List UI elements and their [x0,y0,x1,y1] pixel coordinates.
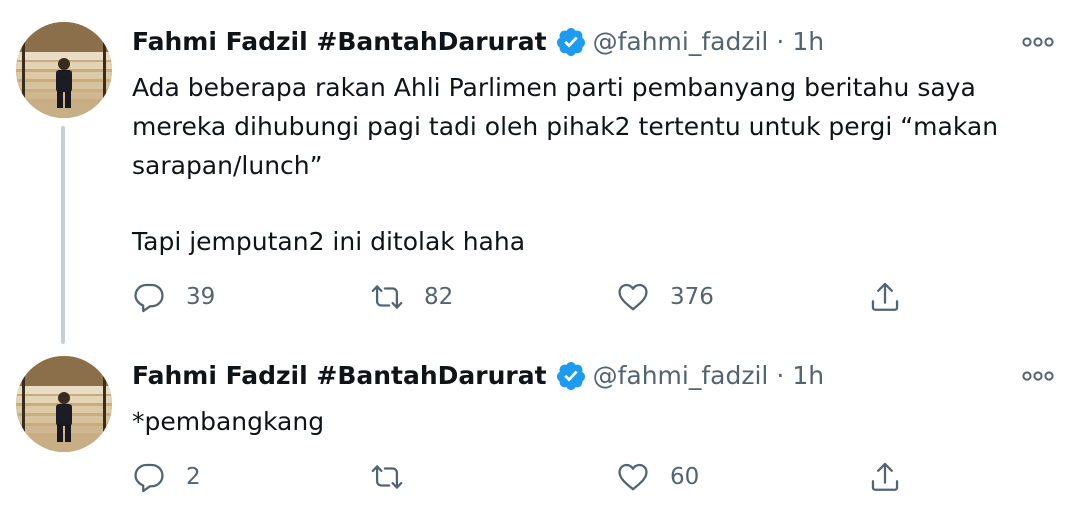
tweet[interactable]: Fahmi Fadzil #BantahDarurat @fahmi_fadzi… [0,340,1080,514]
reply-count: 2 [186,464,201,490]
separator-dot: · [776,27,785,56]
tweet-text-line: sarapan/lunch” [132,151,323,180]
share-icon [871,282,899,311]
like-button[interactable]: 60 [616,457,699,497]
share-button[interactable] [868,277,902,317]
tweet-timestamp[interactable]: 1h [792,26,824,58]
author-handle[interactable]: @fahmi_fadzil [593,360,769,392]
tweet-text-line: mereka dihubungi pagi tadi oleh pihak2 t… [132,112,999,141]
tweet-text-line: Tapi jemputan2 ini ditolak haha [132,227,526,256]
verified-badge-icon [555,360,587,392]
avatar[interactable] [16,356,112,452]
tweet-header: Fahmi Fadzil #BantahDarurat @fahmi_fadzi… [132,26,1056,58]
author-name[interactable]: Fahmi Fadzil #BantahDarurat [132,26,547,58]
like-icon [618,463,648,491]
like-icon [618,283,648,311]
tweet[interactable]: Fahmi Fadzil #BantahDarurat @fahmi_fadzi… [0,0,1080,340]
author-handle[interactable]: @fahmi_fadzil [593,26,769,58]
tweet-actions: 2 60 [132,457,932,497]
reply-button[interactable]: 2 [132,457,201,497]
separator-dot: · [776,361,785,390]
reply-button[interactable]: 39 [132,277,215,317]
share-icon [871,462,899,491]
tweet-text: *pembangkang [132,402,1040,441]
tweet-text-line: Ada beberapa rakan Ahli Parlimen parti p… [132,73,976,102]
reply-icon [134,463,164,493]
more-options-icon[interactable] [1020,30,1056,54]
tweet-text-line: *pembangkang [132,407,325,436]
author-name[interactable]: Fahmi Fadzil #BantahDarurat [132,360,547,392]
like-count: 60 [670,464,700,490]
tweet-header: Fahmi Fadzil #BantahDarurat @fahmi_fadzi… [132,360,1056,392]
avatar[interactable] [16,22,112,118]
retweet-button[interactable]: 82 [370,277,453,317]
like-button[interactable]: 376 [616,277,714,317]
verified-badge-icon [555,26,587,58]
retweet-count: 82 [424,284,454,310]
tweet-thread: Fahmi Fadzil #BantahDarurat @fahmi_fadzi… [0,0,1080,514]
retweet-icon [371,285,403,309]
more-options-icon[interactable] [1020,364,1056,388]
like-count: 376 [670,284,714,310]
retweet-icon [371,465,403,489]
retweet-button[interactable] [370,457,424,497]
share-button[interactable] [868,457,902,497]
tweet-text: Ada beberapa rakan Ahli Parlimen parti p… [132,68,1040,261]
tweet-timestamp[interactable]: 1h [792,360,824,392]
reply-count: 39 [186,284,216,310]
reply-icon [134,283,164,313]
tweet-actions: 39 82 376 [132,277,932,317]
